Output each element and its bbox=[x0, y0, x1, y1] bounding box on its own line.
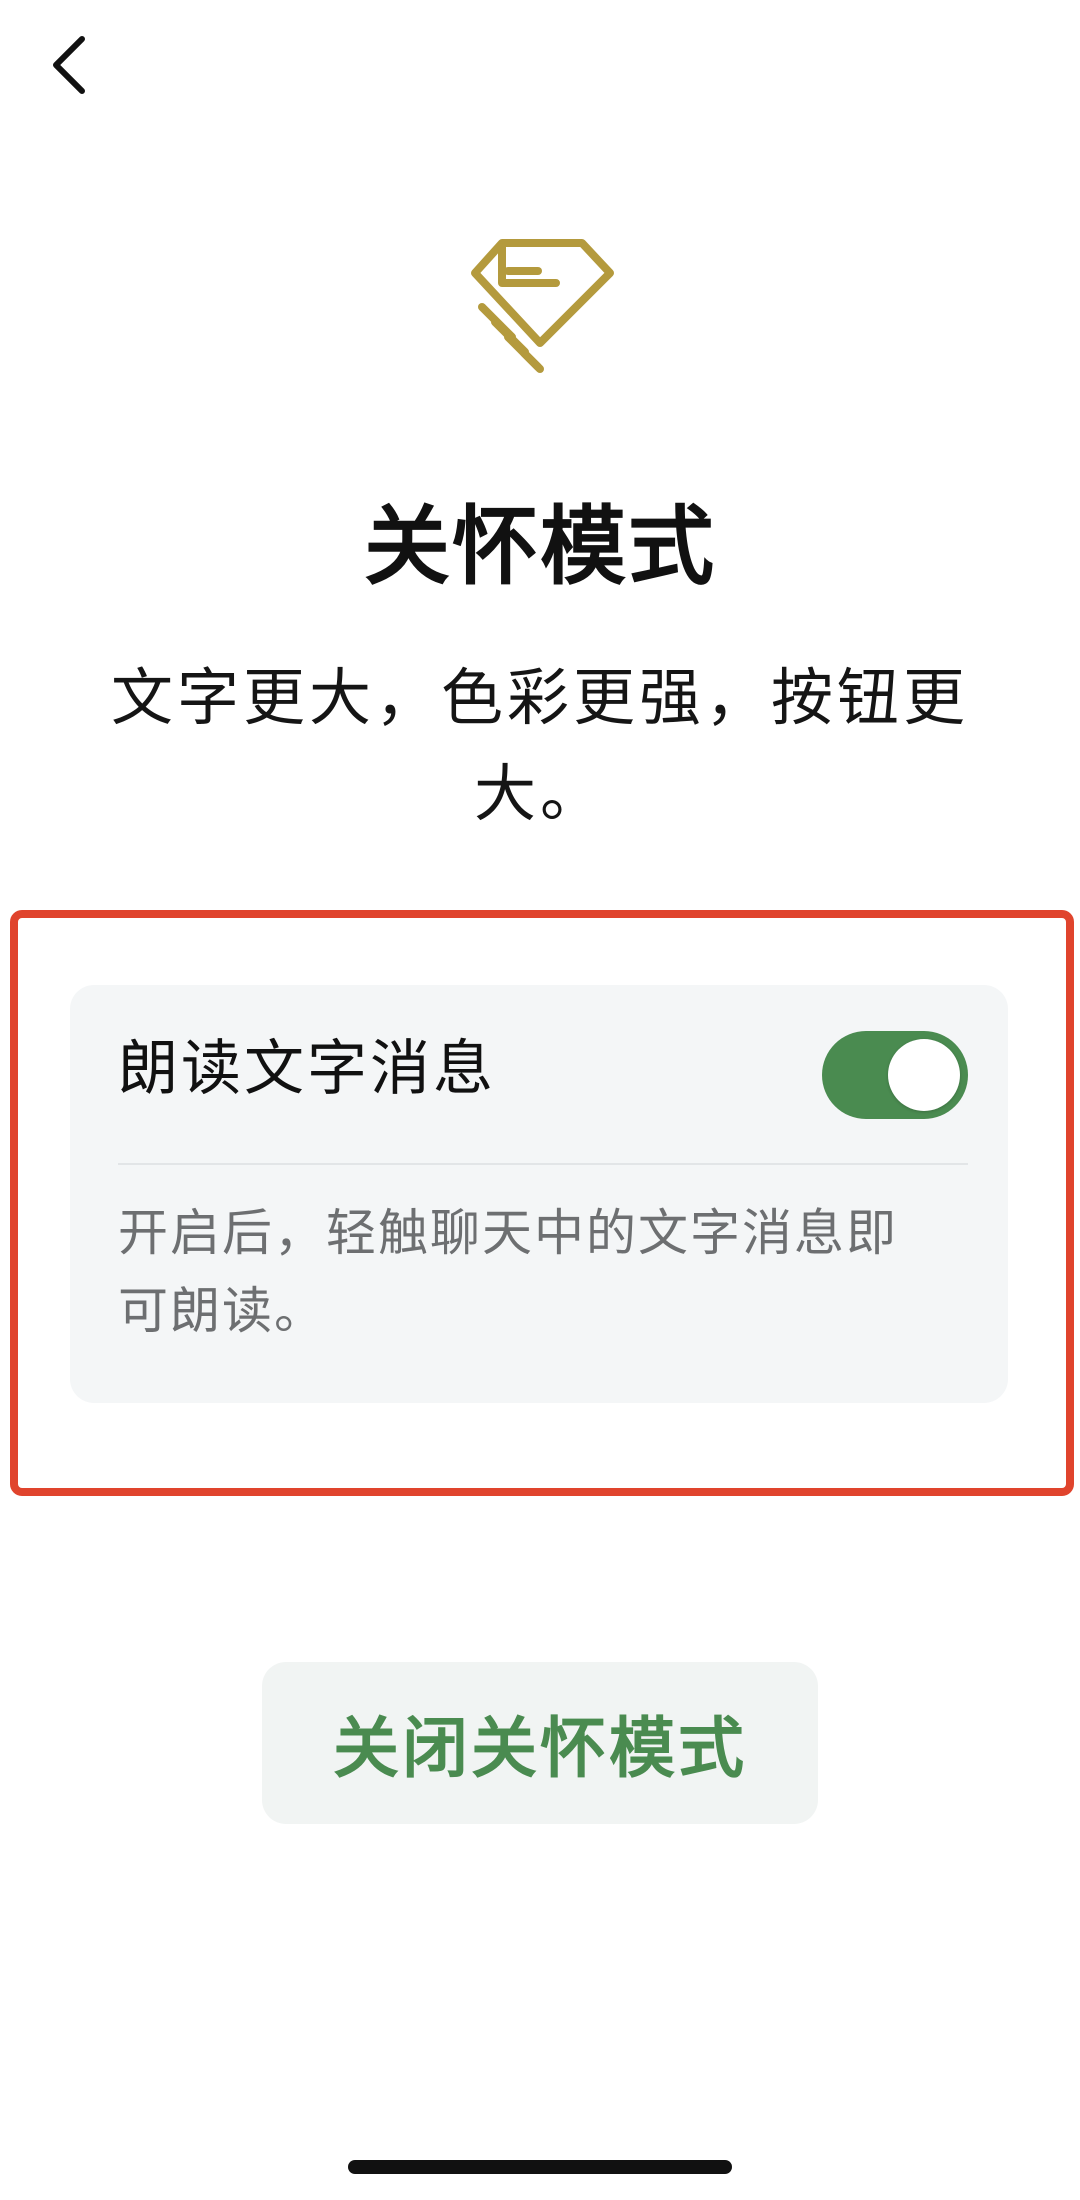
setting-description: 开启后，轻触聊天中的文字消息即可朗读。 bbox=[118, 1204, 898, 1340]
setting-label: 朗读文字消息 bbox=[118, 1034, 496, 1104]
read-text-message-toggle[interactable] bbox=[822, 1031, 968, 1119]
home-indicator bbox=[348, 2160, 732, 2174]
care-heart-hand-icon bbox=[450, 225, 630, 405]
divider bbox=[118, 1163, 968, 1165]
close-care-mode-button[interactable]: 关闭关怀模式 bbox=[262, 1662, 818, 1824]
page-title: 关怀模式 bbox=[364, 497, 716, 597]
page-subtitle: 文字更大，色彩更强，按钮更大。 bbox=[110, 661, 969, 831]
back-button[interactable] bbox=[36, 30, 100, 100]
read-text-message-setting-card: 朗读文字消息 开启后，轻触聊天中的文字消息即可朗读。 bbox=[70, 985, 1008, 1403]
toggle-knob bbox=[888, 1039, 960, 1111]
chevron-left-icon bbox=[53, 36, 85, 94]
